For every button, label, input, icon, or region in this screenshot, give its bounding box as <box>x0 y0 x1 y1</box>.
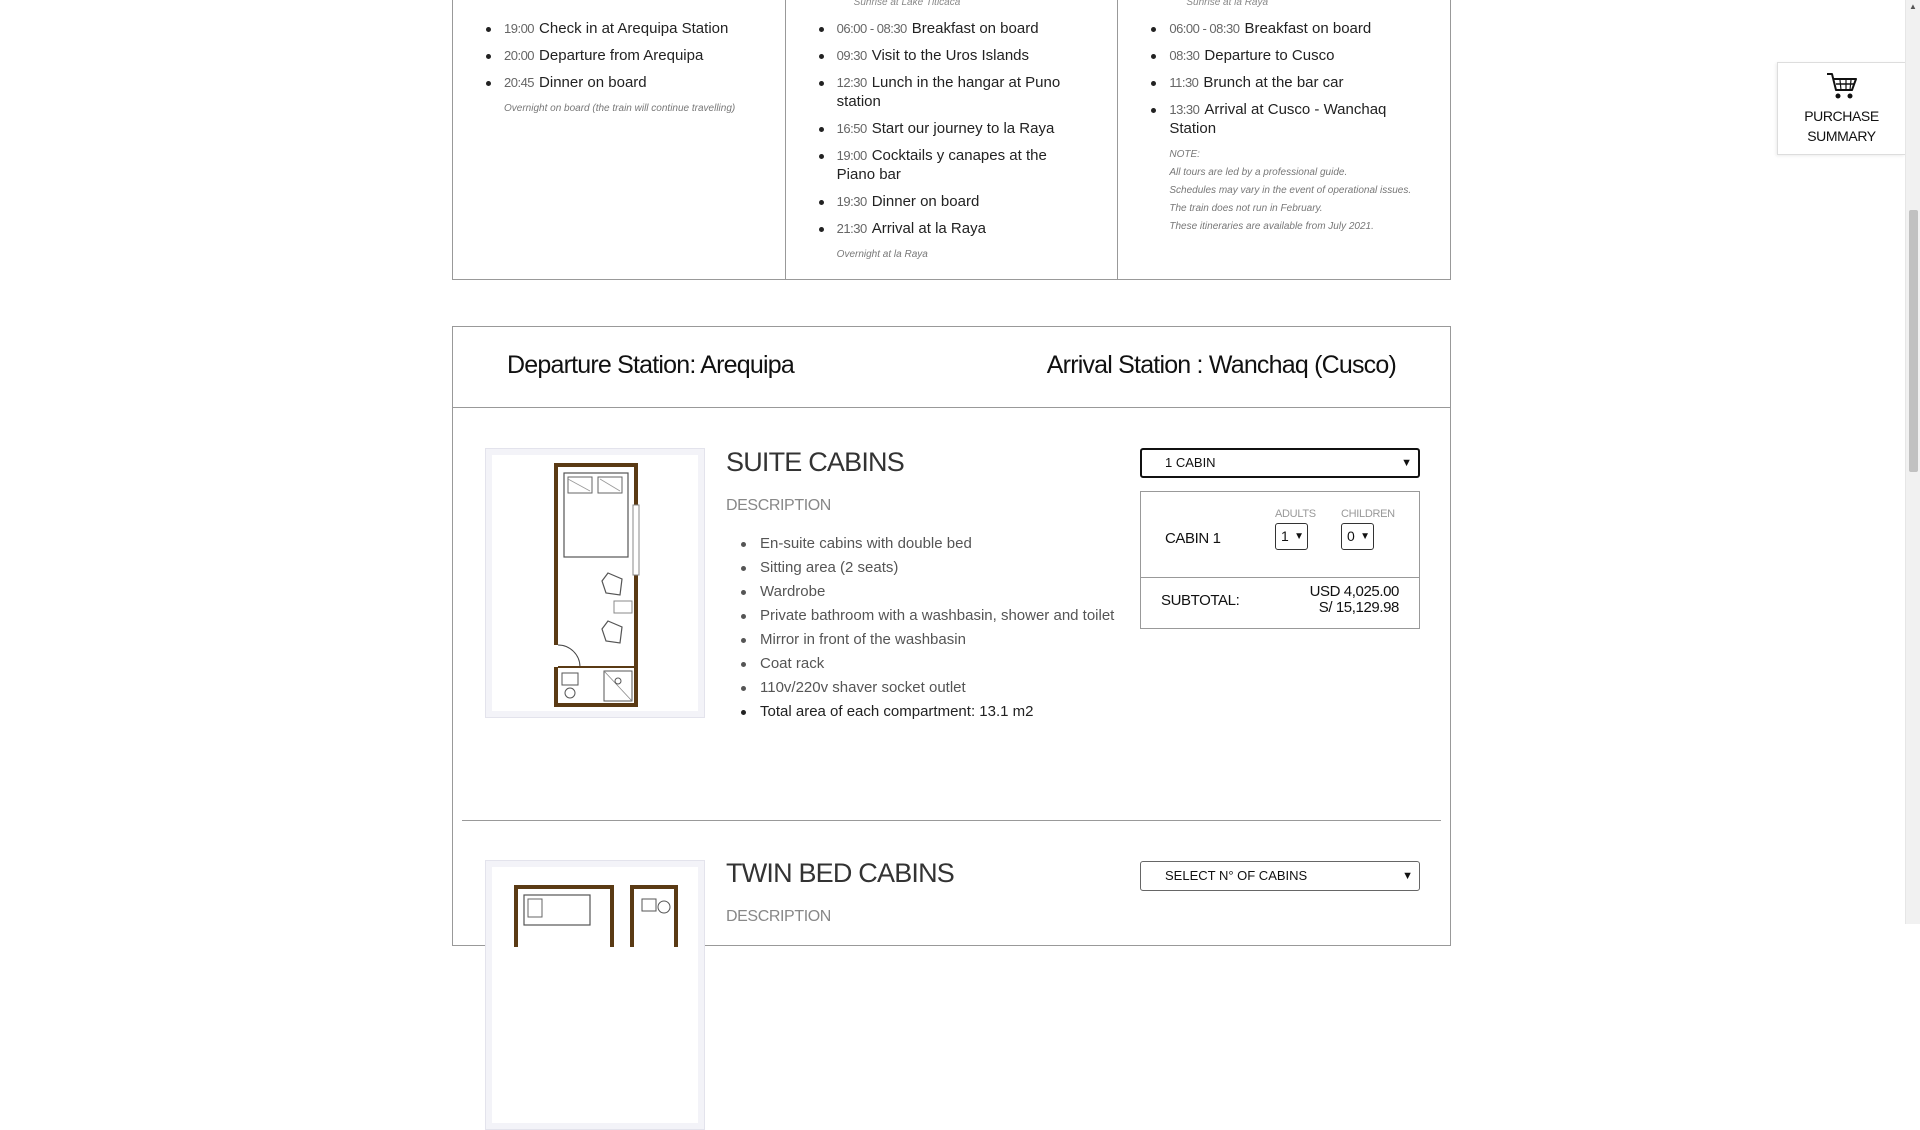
arrival-station: Arrival Station : Wanchaq (Cusco) <box>1046 351 1397 379</box>
cabin-row: CABIN 1 ADULTS CHILDREN 1 ▼ 0 ▼ <box>1141 492 1419 578</box>
purchase-summary-label-1: PURCHASE <box>1804 108 1879 124</box>
itinerary-list: 19:00 Check in at Arequipa Station 20:00 D… <box>473 19 755 118</box>
floorplan-icon <box>514 885 678 959</box>
subtotal-usd: USD 4,025.00 <box>1309 583 1400 600</box>
itinerary-item: 20:00 Departure from Arequipa <box>473 46 755 65</box>
description-heading: DESCRIPTION <box>726 908 831 925</box>
subtotal-amounts: USD 4,025.00 S/ 15,129.98 <box>1309 583 1400 616</box>
cabin-floorplan-image <box>485 860 705 1130</box>
cabin-label: CABIN 1 <box>1165 530 1221 547</box>
cabin-count-value: 1 CABIN <box>1165 455 1216 470</box>
adults-select[interactable]: 1 ▼ <box>1275 523 1308 550</box>
cabin-count-value: SELECT N° OF CABINS <box>1165 868 1308 883</box>
cabin-divider <box>462 820 1441 821</box>
list-item: Mirror in front of the washbasin <box>726 628 1114 652</box>
itinerary-item: 16:50 Start our journey to la Raya <box>806 119 1088 138</box>
list-item: Sitting area (2 seats) <box>726 556 1114 580</box>
note-title: NOTE: <box>1169 149 1200 160</box>
purchase-summary-button[interactable]: PURCHASE SUMMARY <box>1777 62 1905 155</box>
scroll-up-arrow-icon[interactable]: ▲ <box>1909 2 1917 11</box>
itinerary-note: Overnight at la Raya <box>836 249 928 260</box>
chevron-down-icon: ▼ <box>1360 531 1370 542</box>
chevron-down-icon: ▼ <box>1402 870 1413 882</box>
sunrise-note: Sunrise at la Raya <box>1186 0 1269 8</box>
subtotal-pen: S/ 15,129.98 <box>1318 599 1400 616</box>
itinerary-item: 19:30 Dinner on board <box>806 192 1088 211</box>
cabin-config-box: CABIN 1 ADULTS CHILDREN 1 ▼ 0 ▼ SUBTOTAL… <box>1140 491 1420 629</box>
itinerary-item: 13:30 Arrival at Cusco - Wanchaq Station <box>1138 100 1420 138</box>
itinerary-item: 20:45 Dinner on board <box>473 73 755 92</box>
itinerary-item: 06:00 - 08:30 Breakfast on board <box>806 19 1088 38</box>
itinerary-notes: NOTE: All tours are led by a professiona… <box>1138 146 1420 236</box>
chevron-down-icon: ▼ <box>1401 457 1412 469</box>
itinerary-item: 06:00 - 08:30 Breakfast on board <box>1138 19 1420 38</box>
description-heading: DESCRIPTION <box>726 497 831 514</box>
cabin-floorplan-image <box>485 448 705 718</box>
itinerary-day-3: Sunrise at la Raya 06:00 - 08:30 Breakfas… <box>1117 0 1450 279</box>
list-item: Private bathroom with a washbasin, showe… <box>726 604 1114 628</box>
itinerary-item: 11:30 Brunch at the bar car <box>1138 73 1420 92</box>
scrollbar[interactable]: ▲ <box>1905 0 1920 924</box>
itinerary-note: Overnight on board (the train will conti… <box>504 103 736 114</box>
departure-station: Departure Station: Arequipa <box>507 351 795 379</box>
stations-header: Departure Station: Arequipa Arrival Stat… <box>453 327 1450 408</box>
itinerary-day-2: Sunrise at Lake Titicaca 06:00 - 08:30 Br… <box>784 0 1118 279</box>
list-item: En-suite cabins with double bed <box>726 532 1114 556</box>
itinerary-list: 06:00 - 08:30 Breakfast on board 08:30 Dep… <box>1138 19 1420 236</box>
area-item: Total area of each compartment: 13.1 m2 <box>726 700 1114 724</box>
itinerary-table: 19:00 Check in at Arequipa Station 20:00 D… <box>452 0 1451 280</box>
scroll-thumb[interactable] <box>1909 210 1918 472</box>
list-item: Coat rack <box>726 652 1114 676</box>
itinerary-list: 06:00 - 08:30 Breakfast on board 09:30 Vis… <box>806 19 1088 264</box>
children-label: CHILDREN <box>1341 508 1395 520</box>
cabin-count-select[interactable]: 1 CABIN ▼ <box>1140 448 1420 478</box>
itinerary-item: 19:00 Cocktails y canapes at the Piano ba… <box>806 146 1088 184</box>
feature-list: En-suite cabins with double bed Sitting … <box>726 532 1114 724</box>
itinerary-day-1: 19:00 Check in at Arequipa Station 20:00 D… <box>453 0 785 279</box>
adults-value: 1 <box>1281 528 1289 544</box>
list-item: Wardrobe <box>726 580 1114 604</box>
itinerary-item: 09:30 Visit to the Uros Islands <box>806 46 1088 65</box>
purchase-summary-label-2: SUMMARY <box>1807 128 1876 144</box>
list-item: 110v/220v shaver socket outlet <box>726 676 1114 700</box>
adults-label: ADULTS <box>1275 508 1316 520</box>
children-value: 0 <box>1347 528 1355 544</box>
note-line: The train does not run in February. <box>1169 203 1323 214</box>
children-select[interactable]: 0 ▼ <box>1341 523 1374 550</box>
itinerary-item: 12:30 Lunch in the hangar at Puno station <box>806 73 1088 111</box>
note-line: All tours are led by a professional guid… <box>1169 167 1348 178</box>
sunrise-note: Sunrise at Lake Titicaca <box>853 0 961 8</box>
itinerary-item: 21:30 Arrival at la Raya <box>806 219 1088 238</box>
chevron-down-icon: ▼ <box>1294 531 1304 542</box>
cabin-title: SUITE CABINS <box>726 447 905 477</box>
note-line: These itineraries are available from Jul… <box>1169 221 1374 232</box>
subtotal-label: SUBTOTAL: <box>1161 592 1240 609</box>
booking-panel: Departure Station: Arequipa Arrival Stat… <box>452 326 1451 1130</box>
floorplan-icon <box>552 463 640 707</box>
itinerary-item: 08:30 Departure to Cusco <box>1138 46 1420 65</box>
note-line: Schedules may vary in the event of opera… <box>1169 185 1412 196</box>
cabin-count-select[interactable]: SELECT N° OF CABINS ▼ <box>1140 861 1420 891</box>
cart-icon <box>1778 71 1905 106</box>
itinerary-item: 19:00 Check in at Arequipa Station <box>473 19 755 38</box>
cabin-title: TWIN BED CABINS <box>726 858 955 888</box>
